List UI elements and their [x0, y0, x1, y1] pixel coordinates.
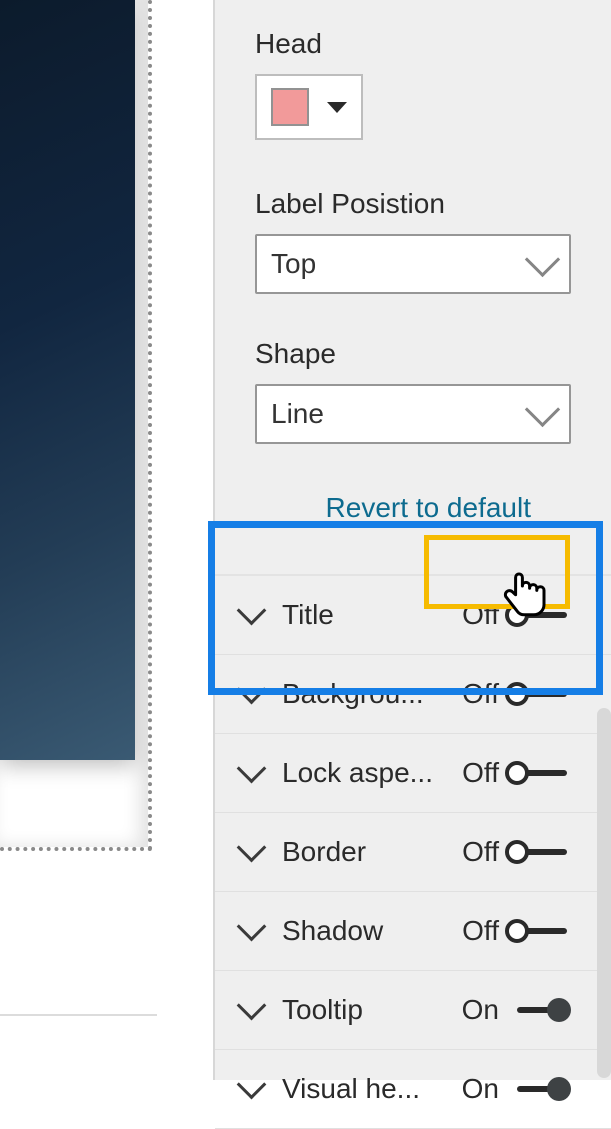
toggle-state-text: On	[451, 994, 499, 1026]
row-label: Shadow	[282, 915, 451, 947]
format-card-row[interactable]: ShadowOff	[215, 892, 611, 971]
toggle-switch[interactable]	[505, 603, 571, 627]
selected-visual-frame	[0, 0, 152, 851]
head-label: Head	[255, 28, 571, 60]
shape-dropdown[interactable]: Line	[255, 384, 571, 444]
toggle-switch[interactable]	[505, 1077, 571, 1101]
head-color-swatch	[271, 88, 309, 126]
chevron-down-icon	[525, 391, 560, 426]
format-card-row[interactable]: TitleOff	[215, 576, 611, 655]
toggle-knob	[505, 761, 529, 785]
head-color-picker[interactable]	[255, 74, 363, 140]
revert-to-default-link[interactable]: Revert to default	[255, 492, 571, 524]
chevron-down-icon[interactable]	[237, 753, 267, 783]
toggle-state-text: Off	[451, 599, 499, 631]
row-label: Border	[282, 836, 451, 868]
row-label: Lock aspe...	[282, 757, 451, 789]
toggle-state-text: Off	[451, 836, 499, 868]
format-card-list: TitleOffBackgrou...OffLock aspe...OffBor…	[215, 576, 611, 1129]
chevron-down-icon[interactable]	[237, 1069, 267, 1099]
dropdown-caret-icon	[327, 102, 347, 113]
row-label: Backgrou...	[282, 678, 451, 710]
canvas-border	[0, 1014, 157, 1016]
format-card-row[interactable]: BorderOff	[215, 813, 611, 892]
toggle-knob	[505, 682, 529, 706]
label-position-label: Label Posistion	[255, 188, 571, 220]
format-card-row[interactable]: Visual he...On	[215, 1050, 611, 1129]
format-card-row[interactable]: Lock aspe...Off	[215, 734, 611, 813]
shape-label: Shape	[255, 338, 571, 370]
chevron-down-icon[interactable]	[237, 595, 267, 625]
toggle-switch[interactable]	[505, 919, 571, 943]
toggle-switch[interactable]	[505, 761, 571, 785]
chevron-down-icon[interactable]	[237, 990, 267, 1020]
toggle-knob	[505, 840, 529, 864]
label-position-value: Top	[271, 248, 316, 280]
format-card-row[interactable]: TooltipOn	[215, 971, 611, 1050]
toggle-switch[interactable]	[505, 682, 571, 706]
row-label: Title	[282, 599, 451, 631]
label-position-dropdown[interactable]: Top	[255, 234, 571, 294]
toggle-knob	[505, 603, 529, 627]
format-panel: Head Label Posistion Top Shape Line Reve…	[213, 0, 611, 1080]
toggle-knob	[547, 1077, 571, 1101]
selected-visual-fill	[0, 0, 135, 760]
chevron-down-icon[interactable]	[237, 674, 267, 704]
toggle-state-text: On	[451, 1073, 499, 1105]
report-canvas-sliver	[0, 0, 157, 1080]
chevron-down-icon[interactable]	[237, 911, 267, 941]
toggle-state-text: Off	[451, 678, 499, 710]
chevron-down-icon	[525, 241, 560, 276]
chevron-down-icon[interactable]	[237, 832, 267, 862]
toggle-knob	[505, 919, 529, 943]
formatting-section: Head Label Posistion Top Shape Line Reve…	[215, 0, 611, 576]
toggle-switch[interactable]	[505, 998, 571, 1022]
toggle-switch[interactable]	[505, 840, 571, 864]
row-label: Tooltip	[282, 994, 451, 1026]
toggle-state-text: Off	[451, 757, 499, 789]
toggle-knob	[547, 998, 571, 1022]
shape-value: Line	[271, 398, 324, 430]
toggle-state-text: Off	[451, 915, 499, 947]
row-label: Visual he...	[282, 1073, 451, 1105]
format-card-row[interactable]: Backgrou...Off	[215, 655, 611, 734]
